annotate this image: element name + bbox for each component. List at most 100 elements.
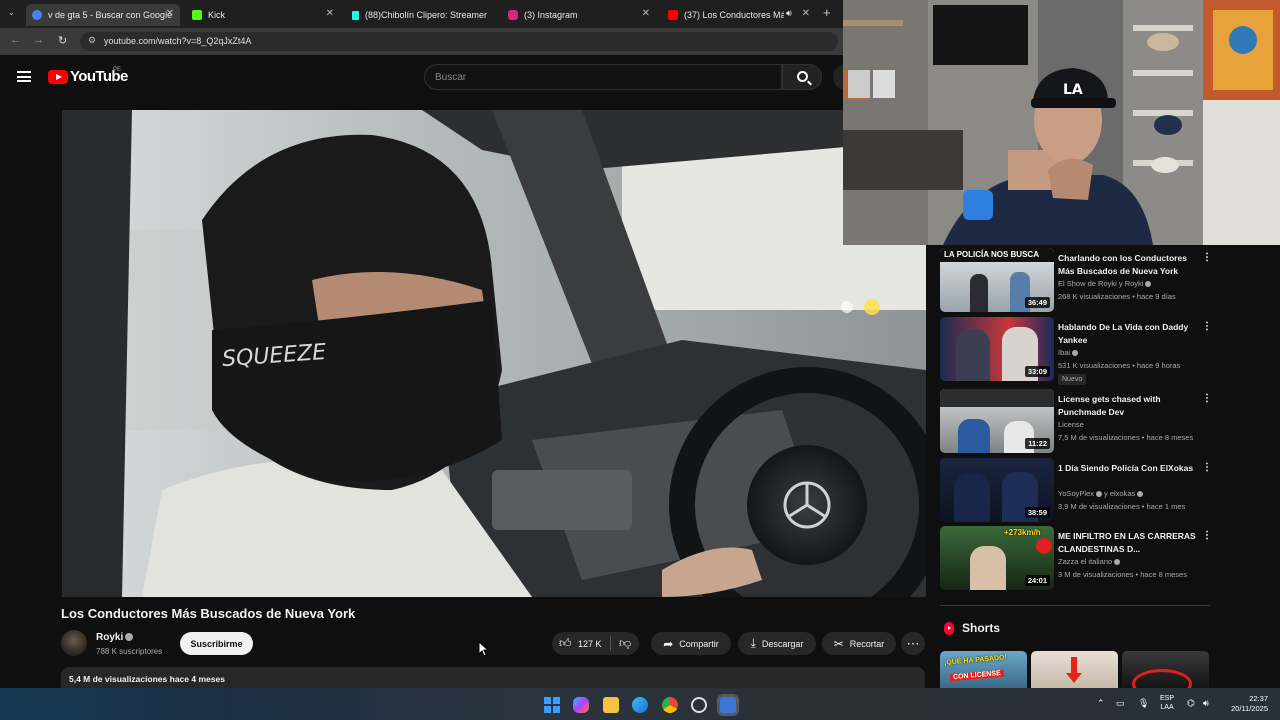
short-thumbnail[interactable] (1122, 651, 1209, 688)
video-thumbnail[interactable]: 11:22 (940, 389, 1054, 453)
channel-avatar[interactable] (61, 630, 87, 656)
site-info-icon[interactable]: ⚙︎ (88, 35, 96, 46)
video-thumbnail[interactable]: 33:09 (940, 317, 1054, 381)
tab-label: (37) Los Conductores Más (684, 10, 784, 20)
more-vertical-icon[interactable]: ⋮ (1202, 530, 1212, 541)
video-player[interactable]: SQUEEZE (62, 110, 926, 597)
browser-tab-bar: ⌄ v de gta 5 - Buscar con Google ✕ Kick … (0, 0, 843, 28)
recommendation-meta: 3,9 M de visualizaciones • hace 1 mes (1058, 502, 1186, 511)
webcam-frame: LA (843, 0, 1280, 245)
thumbnail-text: +273km/h (1004, 528, 1041, 537)
youtube-icon (668, 10, 678, 20)
wifi-icon[interactable]: ⌬ (1187, 698, 1195, 709)
tab-google[interactable]: v de gta 5 - Buscar con Google ✕ (26, 4, 180, 26)
youtube-header: YouTube PE Buscar (0, 55, 859, 100)
more-horizontal-icon: ⋯ (906, 635, 920, 651)
clock[interactable]: 22:37 20/11/2025 (1222, 694, 1268, 714)
recommendation-channel[interactable]: Zazza el italiano (1058, 557, 1122, 566)
recommendation-item[interactable]: 11:22 License gets chased with Punchmade… (940, 389, 1220, 453)
close-icon[interactable]: ✕ (642, 8, 650, 19)
search-button[interactable] (782, 64, 822, 90)
close-icon[interactable]: ✕ (166, 8, 174, 19)
file-explorer-icon[interactable] (603, 697, 619, 713)
video-thumbnail[interactable]: 38:59 (940, 458, 1054, 522)
tab-list-chevron-icon[interactable]: ⌄ (8, 8, 15, 17)
hamburger-menu-icon[interactable] (17, 71, 31, 82)
thumbnail-speed-sign (1036, 538, 1052, 554)
recommendation-title[interactable]: License gets chased with Punchmade Dev (1058, 393, 1196, 419)
tab-instagram[interactable]: (3) Instagram ✕ (502, 4, 652, 26)
thumbnail-text: LA POLICÍA NOS BUSCA (944, 250, 1039, 259)
close-icon[interactable]: ✕ (326, 8, 334, 19)
svg-text:LA: LA (1063, 82, 1083, 98)
recommendation-title[interactable]: Charlando con los Conductores Más Buscad… (1058, 252, 1196, 278)
language-indicator[interactable]: ESP LAA (1160, 694, 1174, 712)
copilot-icon[interactable] (573, 697, 589, 713)
short-thumbnail[interactable]: ¡QUÉ HA PASADO! CON LICENSE (940, 651, 1027, 688)
dislike-button[interactable]: 👎︎ (619, 636, 631, 651)
recommendation-channel[interactable]: YoSoyPlex y elxokas (1058, 489, 1145, 498)
channel-name[interactable]: Royki (96, 632, 123, 643)
language-code: ESP (1160, 695, 1175, 702)
subscriber-count: 788 K suscriptores (96, 647, 163, 656)
like-button[interactable]: 👍︎ (559, 636, 572, 651)
tab-youtube[interactable]: (37) Los Conductores Más 🔊︎ ✕ (662, 4, 814, 26)
download-icon: ⤓ (750, 636, 756, 650)
microphone-icon[interactable]: 🎙︎ (1138, 698, 1149, 709)
chevron-up-icon[interactable]: ⌃ (1097, 698, 1105, 709)
description-box[interactable]: 5,4 M de visualizaciones hace 4 meses (61, 667, 925, 688)
tab-kick[interactable]: Kick ✕ (186, 4, 336, 26)
more-actions-button[interactable]: ⋯ (901, 632, 925, 655)
recommendation-title[interactable]: ME INFILTRO EN LAS CARRERAS CLANDESTINAS… (1058, 530, 1196, 556)
recommendation-item[interactable]: +273km/h 24:01 ME INFILTRO EN LAS CARRER… (940, 526, 1220, 590)
clock-date: 20/11/2025 (1231, 704, 1268, 713)
new-tab-plus-icon[interactable]: + (823, 5, 831, 20)
recommendation-meta: 7,5 M de visualizaciones • hace 8 meses (1058, 433, 1194, 442)
more-vertical-icon[interactable]: ⋮ (1202, 462, 1212, 473)
recommendation-title[interactable]: 1 Día Siendo Policía Con ElXokas (1058, 462, 1196, 475)
recommendation-channel[interactable]: License (1058, 420, 1084, 429)
network-icon[interactable]: ▭ (1116, 698, 1125, 709)
address-bar[interactable]: ⚙︎ youtube.com/watch?v=8_Q2qJxZt4A (80, 32, 838, 51)
forward-arrow-icon[interactable]: → (33, 34, 44, 46)
video-thumbnail[interactable]: +273km/h 24:01 (940, 526, 1054, 590)
speaker-icon[interactable]: 🔊︎ (786, 8, 792, 19)
video-duration: 11:22 (1025, 438, 1050, 449)
back-arrow-icon[interactable]: ← (10, 34, 21, 46)
recommendation-item[interactable]: 38:59 1 Día Siendo Policía Con ElXokas Y… (940, 458, 1220, 522)
recommendation-channel[interactable]: El Show de Royki y Royki (1058, 279, 1153, 288)
search-input[interactable]: Buscar (424, 64, 782, 90)
snipping-tool-icon[interactable] (720, 697, 736, 713)
youtube-logo-icon[interactable] (48, 70, 68, 84)
more-vertical-icon[interactable]: ⋮ (1202, 321, 1212, 332)
video-duration: 38:59 (1024, 507, 1050, 518)
more-vertical-icon[interactable]: ⋮ (1202, 393, 1212, 404)
short-thumbnail[interactable] (1031, 651, 1118, 688)
edge-icon[interactable] (632, 697, 648, 713)
tab-tiktok[interactable]: (88)Chibolín Clipero: Streamer (346, 4, 492, 26)
thumbnail-figure (970, 274, 988, 312)
obs-icon[interactable] (691, 697, 707, 713)
close-icon[interactable]: ✕ (802, 8, 810, 19)
download-button[interactable]: ⤓ Descargar (738, 632, 816, 655)
recommendation-item[interactable]: 33:09 Hablando De La Vida con Daddy Yank… (940, 317, 1220, 385)
share-button[interactable]: ➦ Compartir (651, 632, 731, 655)
chrome-icon[interactable] (662, 697, 678, 713)
recommendation-item[interactable]: LA POLICÍA NOS BUSCA 36:49 Charlando con… (940, 248, 1220, 312)
verified-icon (1145, 281, 1152, 288)
recommendation-channel[interactable]: Ibai (1058, 348, 1080, 357)
more-vertical-icon[interactable]: ⋮ (1202, 252, 1212, 263)
divider (610, 636, 611, 651)
instagram-icon (508, 10, 518, 20)
recommendation-title[interactable]: Hablando De La Vida con Daddy Yankee (1058, 321, 1196, 347)
volume-icon[interactable]: 🔊︎ (1203, 698, 1209, 709)
reload-icon[interactable]: ↻ (58, 34, 67, 47)
tab-label: (88)Chibolín Clipero: Streamer (365, 10, 488, 20)
streamer-webcam: LA (843, 0, 1280, 245)
clip-button[interactable]: ✂ Recortar (822, 632, 896, 655)
thumbnail-figure (954, 474, 990, 522)
video-thumbnail[interactable]: LA POLICÍA NOS BUSCA 36:49 (940, 248, 1054, 312)
thumbs-up-icon: 👍︎ (559, 636, 572, 650)
subscribe-button[interactable]: Suscribirme (180, 632, 253, 655)
windows-start-icon[interactable] (544, 697, 560, 713)
